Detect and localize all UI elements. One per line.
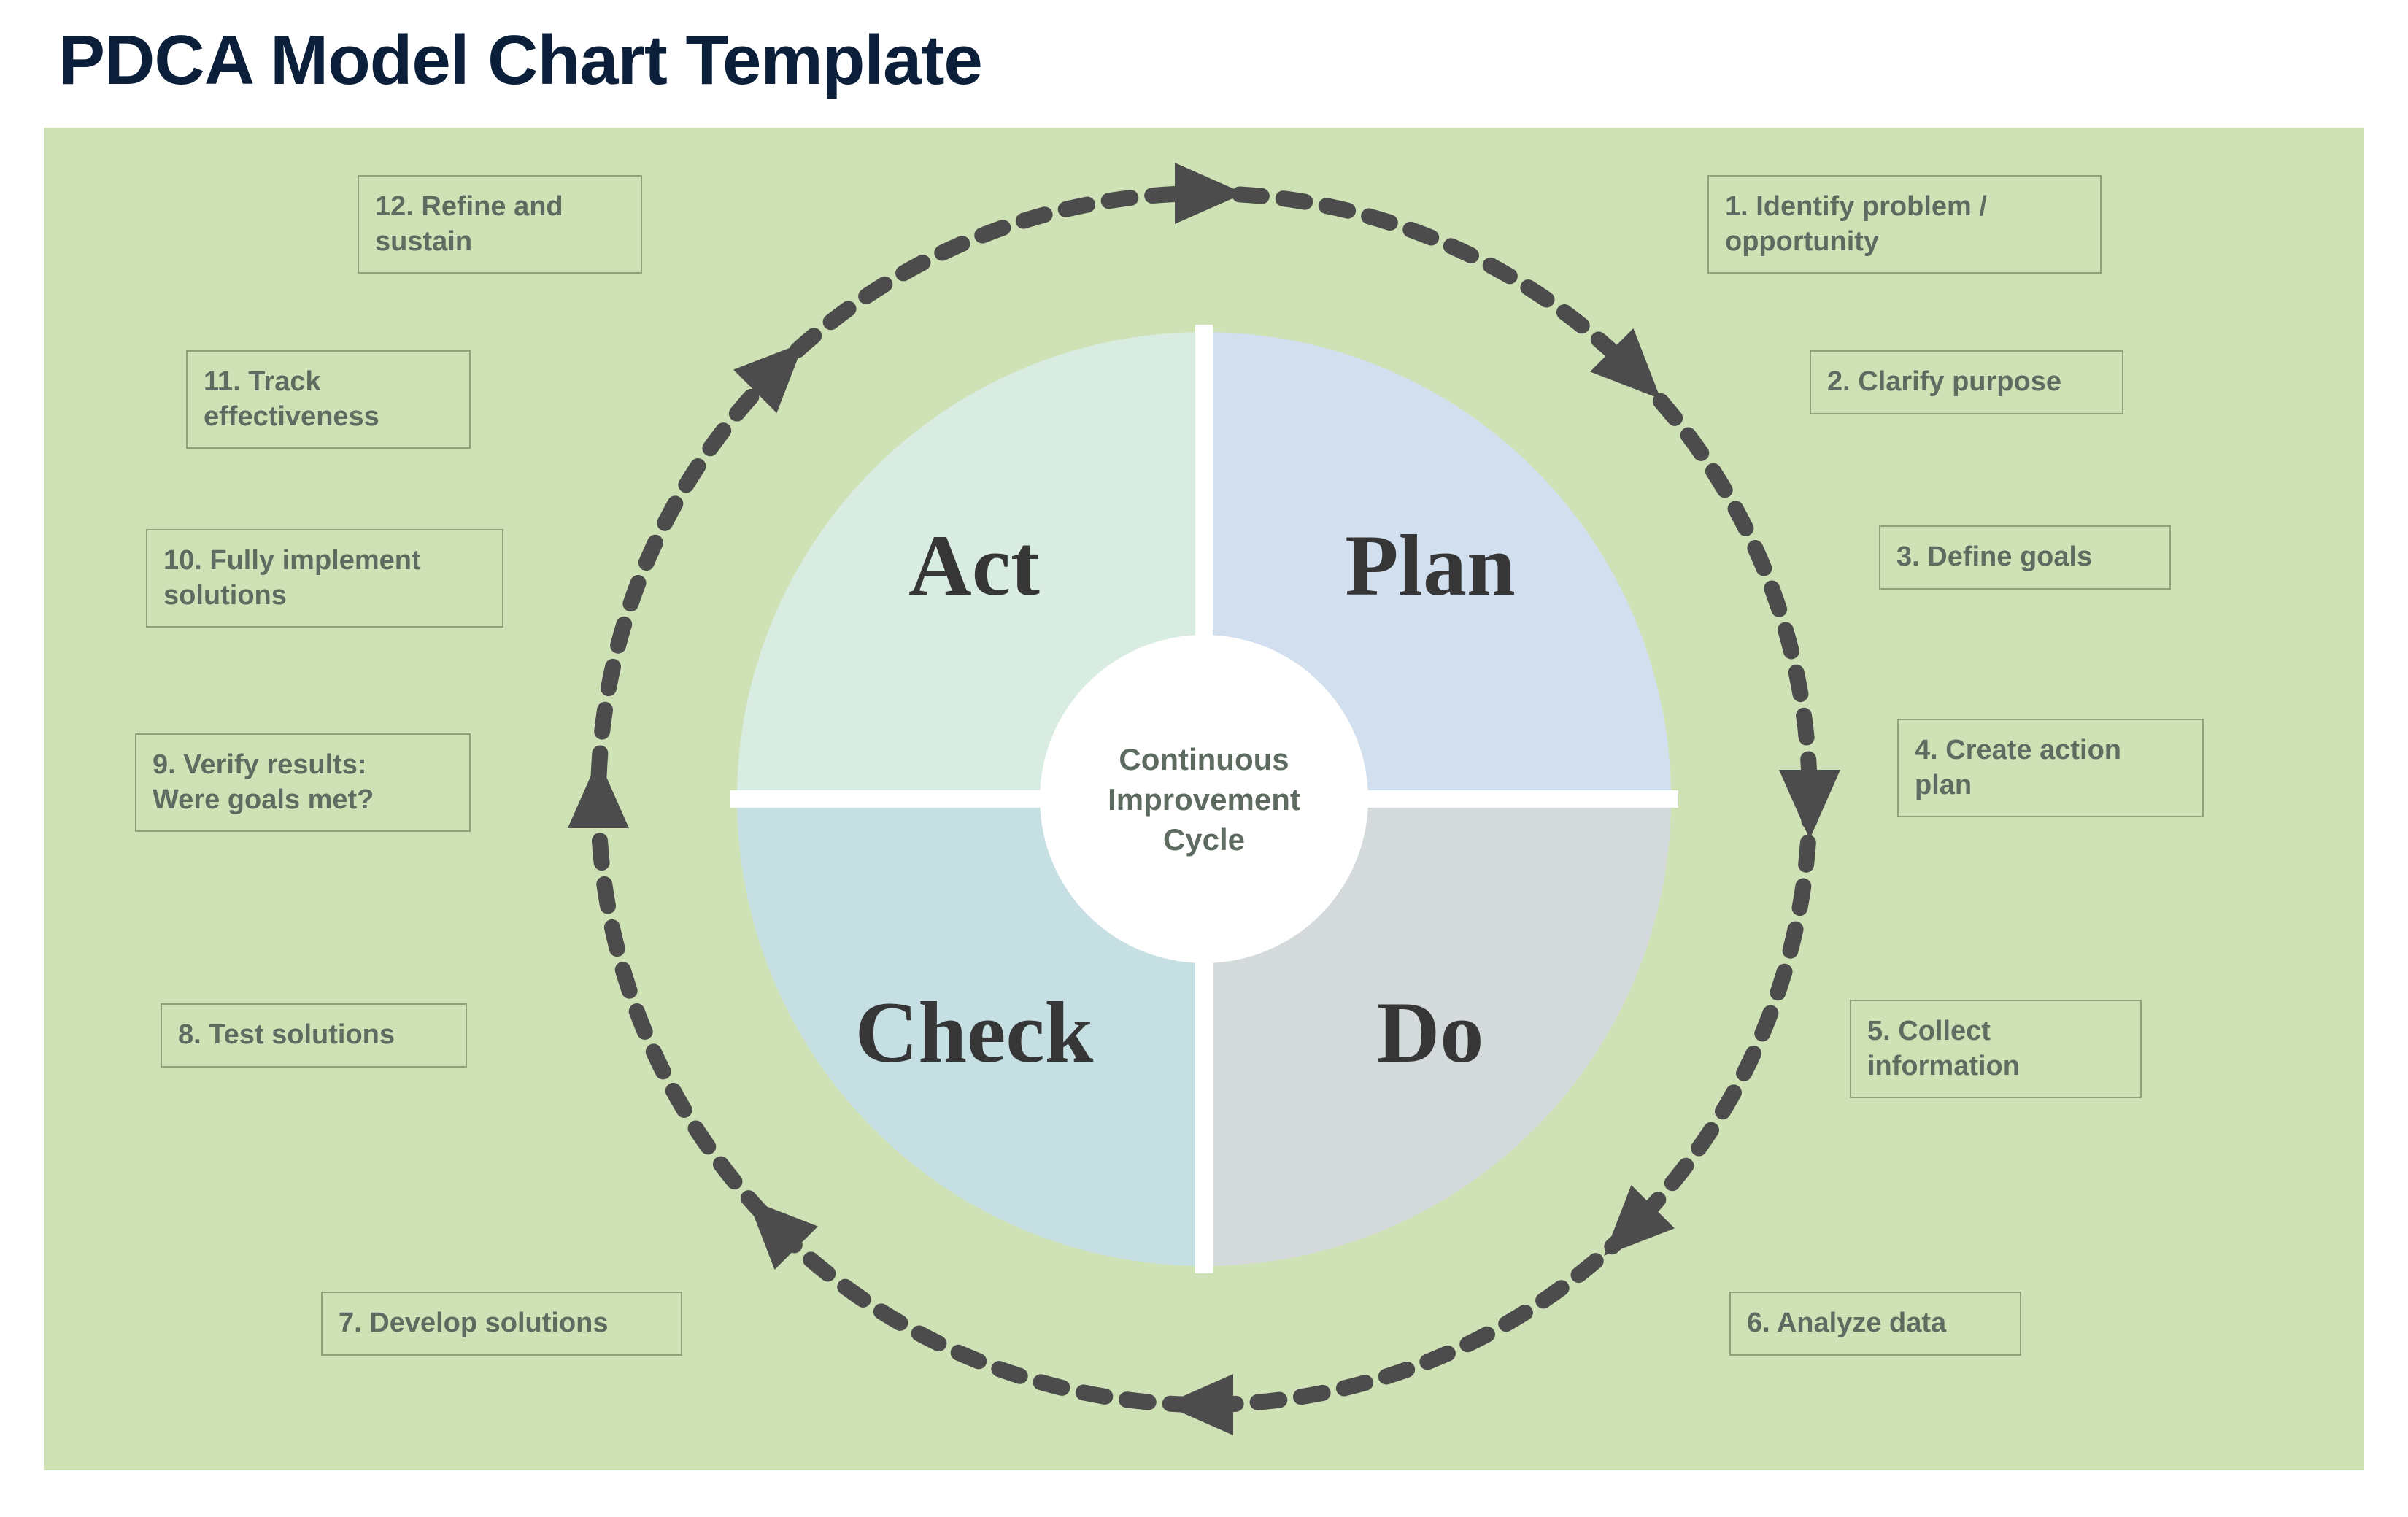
hub-line-1: Continuous <box>1119 742 1289 776</box>
pdca-wheel: Plan Do Check Act Continuous Improvement… <box>568 163 1840 1435</box>
step-7: 7. Develop solutions <box>321 1292 682 1356</box>
label-act: Act <box>908 517 1040 614</box>
arrowhead-icon <box>568 759 629 828</box>
label-check: Check <box>855 984 1094 1081</box>
page: PDCA Model Chart Template <box>0 0 2408 1517</box>
step-2: 2. Clarify purpose <box>1810 350 2123 414</box>
step-8: 8. Test solutions <box>161 1003 467 1068</box>
step-12: 12. Refine and sustain <box>358 175 642 274</box>
label-plan: Plan <box>1345 517 1515 614</box>
step-11: 11. Track effectiveness <box>186 350 471 449</box>
diagram-stage: Plan Do Check Act Continuous Improvement… <box>44 128 2364 1470</box>
hub-line-2: Improvement <box>1108 782 1300 817</box>
step-3: 3. Define goals <box>1879 525 2171 590</box>
center-hub: Continuous Improvement Cycle <box>1040 635 1368 963</box>
step-4: 4. Create action plan <box>1897 719 2204 817</box>
label-do: Do <box>1377 984 1484 1081</box>
arrowhead-icon <box>1779 770 1840 839</box>
step-10: 10. Fully implement solutions <box>146 529 503 628</box>
step-1: 1. Identify problem / opportunity <box>1707 175 2102 274</box>
step-5: 5. Collect information <box>1850 1000 2142 1098</box>
diagram-panel: Plan Do Check Act Continuous Improvement… <box>44 128 2364 1470</box>
step-9: 9. Verify results: Were goals met? <box>135 733 471 832</box>
page-title: PDCA Model Chart Template <box>58 20 982 101</box>
arrowhead-icon <box>1164 1374 1233 1435</box>
hub-line-3: Cycle <box>1163 822 1245 857</box>
step-6: 6. Analyze data <box>1729 1292 2021 1356</box>
arrowhead-icon <box>1175 163 1244 224</box>
